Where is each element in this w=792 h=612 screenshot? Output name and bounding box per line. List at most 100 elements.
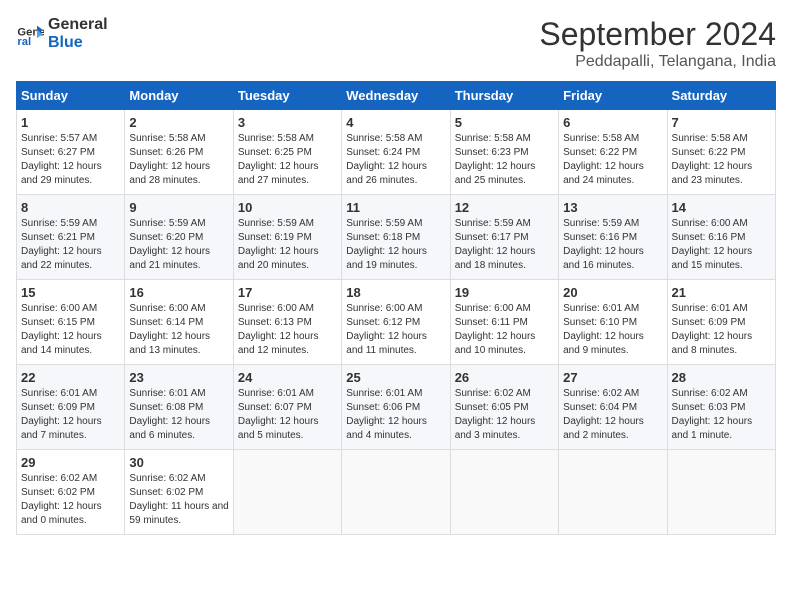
day-number: 13	[563, 200, 662, 215]
day-info: Sunrise: 6:00 AMSunset: 6:16 PMDaylight:…	[672, 218, 753, 271]
day-number: 27	[563, 370, 662, 385]
calendar-cell: 22Sunrise: 6:01 AMSunset: 6:09 PMDayligh…	[17, 365, 125, 450]
logo-icon: Gene ral	[16, 20, 44, 48]
day-number: 9	[129, 200, 228, 215]
day-info: Sunrise: 6:00 AMSunset: 6:12 PMDaylight:…	[346, 303, 427, 356]
day-number: 17	[238, 285, 337, 300]
weekday-header-wednesday: Wednesday	[342, 82, 450, 110]
calendar-cell: 19 Sunrise: 6:00 AMSunset: 6:11 PMDayligh…	[450, 280, 558, 365]
day-info: Sunrise: 5:59 AMSunset: 6:19 PMDaylight:…	[238, 218, 319, 271]
day-number: 8	[21, 200, 120, 215]
weekday-header-thursday: Thursday	[450, 82, 558, 110]
logo-text-line2: Blue	[48, 34, 108, 52]
calendar-cell	[342, 450, 450, 535]
calendar-cell	[233, 450, 341, 535]
day-info: Sunrise: 6:00 AMSunset: 6:11 PMDaylight:…	[455, 303, 536, 356]
calendar-cell: 16Sunrise: 6:00 AMSunset: 6:14 PMDayligh…	[125, 280, 233, 365]
day-info: Sunrise: 5:58 AMSunset: 6:22 PMDaylight:…	[672, 133, 753, 186]
day-number: 16	[129, 285, 228, 300]
day-number: 29	[21, 455, 120, 470]
calendar-cell: 27 Sunrise: 6:02 AMSunset: 6:04 PMDayligh…	[559, 365, 667, 450]
day-info: Sunrise: 6:02 AMSunset: 6:05 PMDaylight:…	[455, 388, 536, 441]
calendar-cell: 2 Sunrise: 5:58 AMSunset: 6:26 PMDaylight…	[125, 110, 233, 195]
day-info: Sunrise: 6:01 AMSunset: 6:10 PMDaylight:…	[563, 303, 644, 356]
weekday-header-sunday: Sunday	[17, 82, 125, 110]
calendar-cell: 6Sunrise: 5:58 AMSunset: 6:22 PMDaylight…	[559, 110, 667, 195]
day-number: 10	[238, 200, 337, 215]
calendar-cell: 15 Sunrise: 6:00 AMSunset: 6:15 PMDayligh…	[17, 280, 125, 365]
calendar-cell: 5Sunrise: 5:58 AMSunset: 6:23 PMDaylight…	[450, 110, 558, 195]
day-number: 25	[346, 370, 445, 385]
calendar-cell	[559, 450, 667, 535]
day-info: Sunrise: 6:00 AMSunset: 6:13 PMDaylight:…	[238, 303, 319, 356]
location-title: Peddapalli, Telangana, India	[539, 53, 776, 71]
calendar-cell: 13 Sunrise: 5:59 AMSunset: 6:16 PMDayligh…	[559, 195, 667, 280]
day-info: Sunrise: 5:58 AMSunset: 6:26 PMDaylight:…	[129, 133, 210, 186]
day-info: Sunrise: 5:59 AMSunset: 6:20 PMDaylight:…	[129, 218, 210, 271]
calendar-week-1: 1 Sunrise: 5:57 AMSunset: 6:27 PMDaylight…	[17, 110, 776, 195]
day-number: 12	[455, 200, 554, 215]
day-info: Sunrise: 6:02 AMSunset: 6:03 PMDaylight:…	[672, 388, 753, 441]
calendar-cell: 14Sunrise: 6:00 AMSunset: 6:16 PMDayligh…	[667, 195, 775, 280]
day-number: 26	[455, 370, 554, 385]
calendar-cell: 25Sunrise: 6:01 AMSunset: 6:06 PMDayligh…	[342, 365, 450, 450]
day-info: Sunrise: 5:57 AMSunset: 6:27 PMDaylight:…	[21, 133, 102, 186]
calendar-week-5: 29 Sunrise: 6:02 AMSunset: 6:02 PMDayligh…	[17, 450, 776, 535]
calendar-cell: 28 Sunrise: 6:02 AMSunset: 6:03 PMDayligh…	[667, 365, 775, 450]
calendar-cell: 4Sunrise: 5:58 AMSunset: 6:24 PMDaylight…	[342, 110, 450, 195]
day-number: 6	[563, 115, 662, 130]
svg-text:ral: ral	[17, 36, 31, 48]
calendar-cell: 8 Sunrise: 5:59 AMSunset: 6:21 PMDaylight…	[17, 195, 125, 280]
calendar-week-3: 15 Sunrise: 6:00 AMSunset: 6:15 PMDayligh…	[17, 280, 776, 365]
calendar-cell: 18 Sunrise: 6:00 AMSunset: 6:12 PMDayligh…	[342, 280, 450, 365]
day-info: Sunrise: 6:01 AMSunset: 6:07 PMDaylight:…	[238, 388, 319, 441]
calendar-week-4: 22Sunrise: 6:01 AMSunset: 6:09 PMDayligh…	[17, 365, 776, 450]
calendar-table: SundayMondayTuesdayWednesdayThursdayFrid…	[16, 81, 776, 535]
day-info: Sunrise: 5:59 AMSunset: 6:21 PMDaylight:…	[21, 218, 102, 271]
weekday-header-row: SundayMondayTuesdayWednesdayThursdayFrid…	[17, 82, 776, 110]
day-info: Sunrise: 6:02 AMSunset: 6:02 PMDaylight:…	[129, 473, 228, 526]
day-info: Sunrise: 5:59 AMSunset: 6:18 PMDaylight:…	[346, 218, 427, 271]
day-number: 20	[563, 285, 662, 300]
day-info: Sunrise: 5:58 AMSunset: 6:25 PMDaylight:…	[238, 133, 319, 186]
calendar-cell: 7 Sunrise: 5:58 AMSunset: 6:22 PMDaylight…	[667, 110, 775, 195]
calendar-cell: 20 Sunrise: 6:01 AMSunset: 6:10 PMDayligh…	[559, 280, 667, 365]
day-number: 5	[455, 115, 554, 130]
day-number: 19	[455, 285, 554, 300]
calendar-cell: 12 Sunrise: 5:59 AMSunset: 6:17 PMDayligh…	[450, 195, 558, 280]
day-number: 15	[21, 285, 120, 300]
calendar-cell: 17 Sunrise: 6:00 AMSunset: 6:13 PMDayligh…	[233, 280, 341, 365]
day-number: 7	[672, 115, 771, 130]
day-info: Sunrise: 6:00 AMSunset: 6:15 PMDaylight:…	[21, 303, 102, 356]
day-info: Sunrise: 6:01 AMSunset: 6:09 PMDaylight:…	[672, 303, 753, 356]
day-number: 18	[346, 285, 445, 300]
calendar-cell: 30 Sunrise: 6:02 AMSunset: 6:02 PMDayligh…	[125, 450, 233, 535]
day-info: Sunrise: 5:59 AMSunset: 6:16 PMDaylight:…	[563, 218, 644, 271]
calendar-cell: 11Sunrise: 5:59 AMSunset: 6:18 PMDayligh…	[342, 195, 450, 280]
day-number: 23	[129, 370, 228, 385]
month-title: September 2024	[539, 16, 776, 53]
day-info: Sunrise: 5:59 AMSunset: 6:17 PMDaylight:…	[455, 218, 536, 271]
calendar-cell: 10 Sunrise: 5:59 AMSunset: 6:19 PMDayligh…	[233, 195, 341, 280]
day-number: 1	[21, 115, 120, 130]
calendar-cell: 24Sunrise: 6:01 AMSunset: 6:07 PMDayligh…	[233, 365, 341, 450]
day-info: Sunrise: 6:02 AMSunset: 6:04 PMDaylight:…	[563, 388, 644, 441]
day-number: 2	[129, 115, 228, 130]
calendar-cell: 23Sunrise: 6:01 AMSunset: 6:08 PMDayligh…	[125, 365, 233, 450]
weekday-header-friday: Friday	[559, 82, 667, 110]
day-number: 3	[238, 115, 337, 130]
calendar-week-2: 8 Sunrise: 5:59 AMSunset: 6:21 PMDaylight…	[17, 195, 776, 280]
day-number: 22	[21, 370, 120, 385]
day-number: 21	[672, 285, 771, 300]
day-number: 28	[672, 370, 771, 385]
day-number: 4	[346, 115, 445, 130]
calendar-cell: 26 Sunrise: 6:02 AMSunset: 6:05 PMDayligh…	[450, 365, 558, 450]
weekday-header-monday: Monday	[125, 82, 233, 110]
calendar-cell: 1 Sunrise: 5:57 AMSunset: 6:27 PMDaylight…	[17, 110, 125, 195]
calendar-cell	[667, 450, 775, 535]
weekday-header-tuesday: Tuesday	[233, 82, 341, 110]
weekday-header-saturday: Saturday	[667, 82, 775, 110]
day-number: 30	[129, 455, 228, 470]
day-info: Sunrise: 6:02 AMSunset: 6:02 PMDaylight:…	[21, 473, 102, 526]
calendar-cell: 21 Sunrise: 6:01 AMSunset: 6:09 PMDayligh…	[667, 280, 775, 365]
